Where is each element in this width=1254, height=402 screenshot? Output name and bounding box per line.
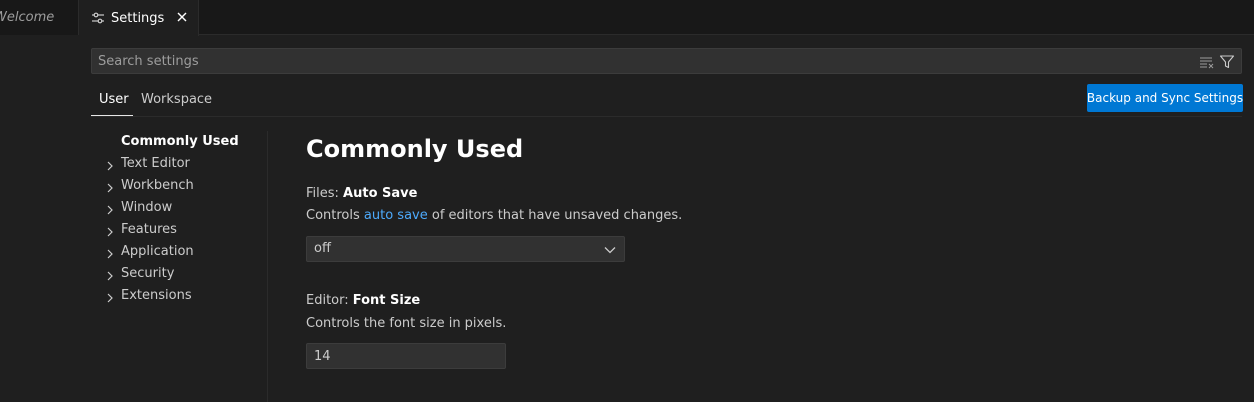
toc-item-label: Security (121, 266, 175, 281)
toc-item-label: Features (121, 222, 177, 237)
chevron-right-icon (105, 158, 115, 171)
toc-item-workbench[interactable]: Workbench (91, 175, 267, 197)
toc-divider (267, 131, 268, 402)
toc-item-extensions[interactable]: Extensions (91, 285, 267, 307)
editor-tab-bar: Welcome Settings (0, 0, 1254, 36)
section-title: Commonly Used (306, 135, 524, 163)
desc-prefix: Controls (306, 208, 364, 223)
toc-item-text-editor[interactable]: Text Editor (91, 153, 267, 175)
setting-name: Auto Save (343, 186, 418, 201)
toc-item-label: Window (121, 200, 173, 215)
setting-description-auto-save: Controls auto save of editors that have … (306, 208, 682, 223)
setting-category: Editor: (306, 293, 353, 308)
tab-welcome-label: Welcome (0, 10, 55, 25)
tab-workspace-settings[interactable]: Workspace (141, 88, 221, 116)
setting-title-auto-save: Files: Auto Save (306, 186, 417, 201)
chevron-right-icon (105, 268, 115, 281)
setting-title-font-size: Editor: Font Size (306, 293, 420, 308)
close-icon[interactable] (175, 10, 189, 24)
settings-editor: Welcome Settings Search settings User Wo… (0, 0, 1254, 402)
toc-item-application[interactable]: Application (91, 241, 267, 263)
chevron-right-icon (105, 224, 115, 237)
chevron-right-icon (105, 180, 115, 193)
settings-sliders-icon (91, 11, 105, 25)
toc-item-security[interactable]: Security (91, 263, 267, 285)
backup-and-sync-button[interactable]: Backup and Sync Settings (1087, 84, 1243, 112)
toc-item-commonly-used[interactable]: Commonly Used (91, 131, 267, 153)
toc-item-label: Text Editor (121, 156, 190, 171)
toc-item-label: Workbench (121, 178, 194, 193)
chevron-right-icon (105, 290, 115, 303)
tab-user-label: User (99, 92, 129, 107)
tab-workspace-label: Workspace (141, 92, 213, 107)
chevron-right-icon (105, 202, 115, 215)
clear-filter-icon[interactable] (1199, 54, 1215, 70)
tab-user-settings[interactable]: User (91, 88, 133, 116)
font-size-input[interactable] (314, 345, 494, 367)
auto-save-value: off (314, 241, 331, 256)
filter-icon[interactable] (1219, 54, 1235, 70)
setting-name: Font Size (352, 293, 421, 308)
desc-suffix: of editors that have unsaved changes. (427, 208, 683, 223)
tab-settings-label: Settings (111, 10, 165, 26)
search-input[interactable] (98, 49, 1188, 73)
toc-item-window[interactable]: Window (91, 197, 267, 219)
auto-save-select[interactable]: off (306, 236, 625, 262)
toc-item-label: Extensions (121, 288, 192, 303)
setting-description-font-size: Controls the font size in pixels. (306, 316, 507, 331)
toc-item-features[interactable]: Features (91, 219, 267, 241)
toc-item-label: Commonly Used (121, 134, 239, 149)
chevron-down-icon (604, 244, 616, 254)
toc-item-label: Application (121, 244, 194, 259)
setting-category: Files: (306, 186, 344, 201)
tab-welcome[interactable]: Welcome (0, 0, 79, 35)
search-settings-box (91, 48, 1242, 74)
settings-toc: Commonly Used Text Editor Workbench Wind… (91, 131, 267, 307)
tab-settings[interactable]: Settings (79, 0, 199, 36)
chevron-right-icon (105, 246, 115, 259)
auto-save-link[interactable]: auto save (364, 208, 428, 223)
scope-divider (91, 116, 1242, 117)
font-size-field (306, 343, 506, 369)
